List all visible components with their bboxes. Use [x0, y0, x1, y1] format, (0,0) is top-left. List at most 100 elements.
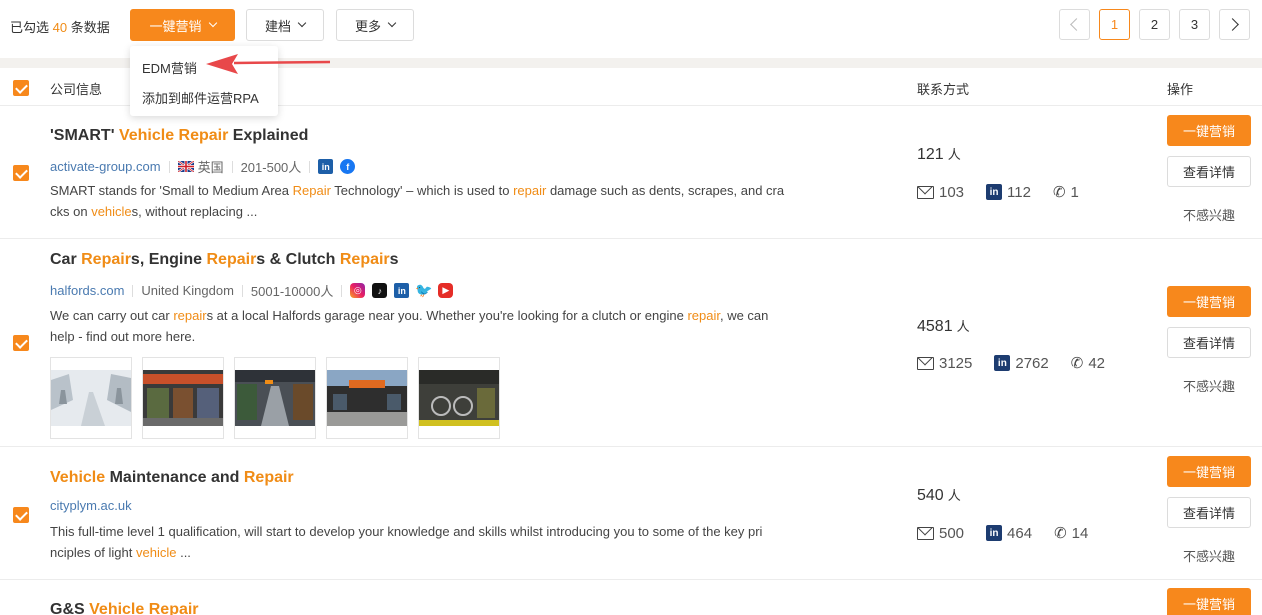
title-highlight: Repair — [178, 127, 229, 144]
company-image-thumbnail[interactable] — [418, 357, 500, 439]
contact-count: 4581 人 — [917, 316, 970, 336]
meta-separator — [241, 284, 243, 297]
company-domain-link[interactable]: activate-group.com — [50, 159, 161, 174]
company-meta: halfords.com United Kingdom 5001-10000人 … — [50, 281, 454, 300]
more-button[interactable]: 更多 — [336, 9, 414, 41]
company-title[interactable]: Car Repairs, Engine Repairs & Clutch Rep… — [50, 251, 399, 269]
company-meta: activate-group.com 英国 201-500人 in f — [50, 157, 356, 176]
menu-item-add-to-email-rpa[interactable]: 添加到邮件运营RPA — [130, 84, 278, 114]
phone-icon: ✆ — [1070, 355, 1084, 372]
desc-highlight: vehicle — [136, 545, 177, 560]
company-title[interactable]: G&S Vehicle Repair — [50, 601, 199, 615]
page-button-1[interactable]: 1 — [1099, 9, 1130, 40]
row-checkbox[interactable] — [13, 165, 29, 181]
meta-separator — [168, 160, 170, 173]
linkedin-stat[interactable]: in 464 — [986, 525, 1032, 542]
chevron-down-icon — [387, 18, 397, 28]
email-stat[interactable]: 500 — [917, 525, 964, 542]
email-stat[interactable]: 103 — [917, 184, 964, 201]
youtube-icon[interactable]: ▶ — [438, 283, 454, 298]
phone-stat[interactable]: ✆ 42 — [1070, 354, 1105, 373]
view-details-button[interactable]: 查看详情 — [1167, 327, 1251, 358]
phone-stat[interactable]: ✆ 14 — [1054, 524, 1088, 543]
contact-stats: 103 in 112 ✆ 1 — [917, 183, 1097, 201]
linkedin-count: 464 — [1007, 524, 1033, 542]
company-image-thumbnail[interactable] — [326, 357, 408, 439]
row-checkbox[interactable] — [13, 507, 29, 523]
prev-page-button[interactable] — [1059, 9, 1090, 40]
archive-button[interactable]: 建档 — [246, 9, 324, 41]
not-interested-link[interactable]: 不感兴趣 — [1167, 205, 1251, 224]
instagram-icon[interactable]: ◎ — [350, 283, 366, 298]
page-button-3[interactable]: 3 — [1179, 9, 1210, 40]
contact-count: 540 人 — [917, 485, 961, 505]
not-interested-link[interactable]: 不感兴趣 — [1167, 546, 1251, 565]
select-all-checkbox[interactable] — [13, 80, 29, 96]
row-marketing-button[interactable]: 一键营销 — [1167, 588, 1251, 615]
contact-count: 121 人 — [917, 144, 961, 164]
linkedin-count: 112 — [1007, 183, 1031, 201]
phone-stat[interactable]: ✆ 1 — [1052, 183, 1079, 202]
desc-text: ... — [176, 545, 191, 560]
meta-separator — [132, 284, 134, 297]
title-highlight: Repair — [81, 251, 131, 268]
title-highlight: Repair — [148, 601, 199, 615]
company-image-thumbnail[interactable] — [234, 357, 316, 439]
twitter-icon[interactable]: 🐦 — [415, 282, 432, 298]
title-highlight: Repair — [243, 469, 294, 486]
row-marketing-button[interactable]: 一键营销 — [1167, 115, 1251, 146]
page-button-2[interactable]: 2 — [1139, 9, 1170, 40]
not-interested-link[interactable]: 不感兴趣 — [1167, 376, 1251, 395]
selection-suffix: 条数据 — [70, 20, 110, 35]
uk-flag-icon — [177, 161, 194, 172]
archive-button-label: 建档 — [264, 18, 291, 34]
mail-icon — [917, 526, 934, 540]
phone-icon: ✆ — [1052, 184, 1066, 201]
email-count: 3125 — [939, 354, 973, 372]
linkedin-icon[interactable]: in — [318, 159, 334, 174]
company-image-thumbnail[interactable] — [142, 357, 224, 439]
row-marketing-button[interactable]: 一键营销 — [1167, 456, 1251, 487]
header-contact: 联系方式 — [917, 82, 970, 97]
table-row: G&S Vehicle Repair 一键营销 — [0, 580, 1262, 615]
company-size: 201-500人 — [240, 160, 302, 175]
view-details-button[interactable]: 查看详情 — [1167, 156, 1251, 187]
one-click-marketing-button[interactable]: 一键营销 — [130, 9, 235, 41]
title-text: Car — [50, 251, 82, 268]
desc-highlight: repair — [513, 183, 547, 198]
facebook-icon[interactable]: f — [340, 159, 356, 174]
company-size: 5001-10000人 — [250, 284, 334, 299]
desc-text: SMART stands for 'Small to Medium Area — [50, 183, 293, 198]
marketing-button-label: 一键营销 — [149, 18, 202, 34]
linkedin-icon[interactable]: in — [394, 283, 410, 298]
desc-text: , we can — [719, 308, 769, 323]
email-count: 500 — [939, 524, 965, 542]
company-title[interactable]: Vehicle Maintenance and Repair — [50, 469, 294, 487]
annotation-arrow-icon — [206, 54, 331, 74]
company-domain-link[interactable]: halfords.com — [50, 283, 124, 298]
next-page-button[interactable] — [1219, 9, 1250, 40]
linkedin-stat[interactable]: in 2762 — [994, 355, 1049, 372]
title-highlight: Vehicle — [50, 469, 106, 486]
title-text: G&S — [50, 601, 90, 615]
table-row: Car Repairs, Engine Repairs & Clutch Rep… — [0, 239, 1262, 447]
title-text: s — [389, 251, 399, 268]
row-marketing-button[interactable]: 一键营销 — [1167, 286, 1251, 317]
title-highlight: Vehicle — [118, 127, 175, 144]
contact-count-unit: 人 — [947, 147, 961, 162]
row-checkbox[interactable] — [13, 335, 29, 351]
desc-highlight: repair — [173, 308, 207, 323]
title-highlight: Vehicle — [89, 601, 145, 615]
company-domain-link[interactable]: cityplym.ac.uk — [50, 498, 132, 513]
chevron-right-icon — [1226, 18, 1239, 31]
email-stat[interactable]: 3125 — [917, 355, 972, 372]
tiktok-icon[interactable]: ♪ — [372, 283, 388, 298]
selection-summary: 已勾选 40 条数据 — [10, 17, 110, 36]
company-title[interactable]: 'SMART' Vehicle Repair Explained — [50, 127, 308, 145]
linkedin-stat[interactable]: in 112 — [986, 184, 1031, 201]
chevron-left-icon — [1070, 18, 1083, 31]
view-details-button[interactable]: 查看详情 — [1167, 497, 1251, 528]
bike-workshop-image — [419, 370, 499, 426]
contact-count-value: 540 — [917, 487, 944, 504]
company-image-thumbnail[interactable] — [50, 357, 132, 439]
